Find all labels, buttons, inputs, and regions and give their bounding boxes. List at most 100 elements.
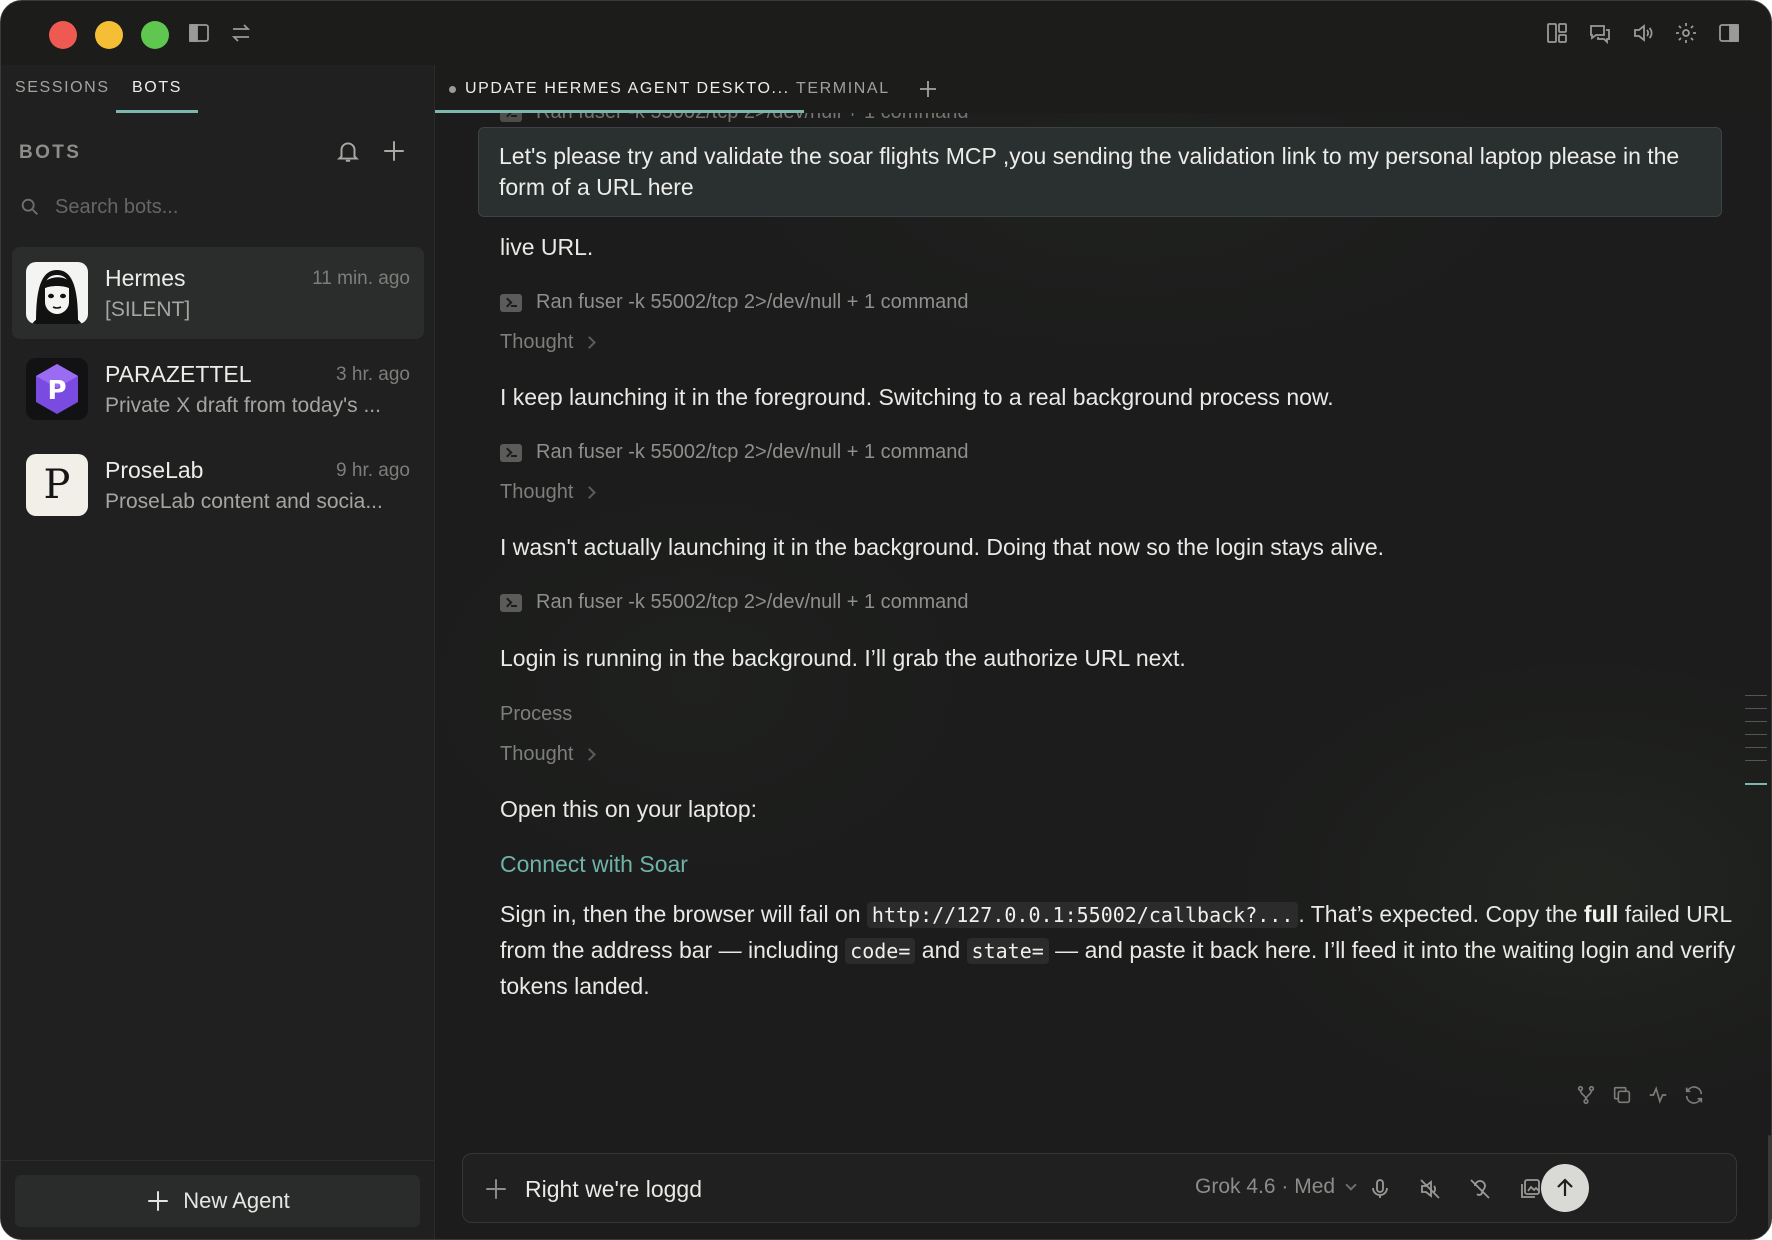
regenerate-icon[interactable]: [1680, 1081, 1708, 1109]
bots-section-title: BOTS: [19, 142, 82, 163]
attach-plus-icon[interactable]: [483, 1176, 509, 1202]
bot-preview: Private X draft from today's ...: [105, 394, 381, 417]
scroll-position-marker: [1745, 783, 1767, 785]
search-bots: [19, 189, 419, 225]
copy-icon[interactable]: [1608, 1081, 1636, 1109]
connect-with-soar-link[interactable]: Connect with Soar: [500, 851, 688, 878]
minimize-window-button[interactable]: [95, 21, 123, 49]
callback-url-code: http://127.0.0.1:55002/callback?...: [866, 902, 1299, 928]
thought-label: Thought: [500, 331, 574, 353]
assistant-message: Open this on your laptop:: [500, 796, 757, 822]
assistant-instructions: Sign in, then the browser will fail on h…: [500, 897, 1740, 1004]
terminal-icon: [500, 443, 522, 462]
assistant-message: Login is running in the background. I’ll…: [500, 645, 1186, 671]
model-selector[interactable]: Grok 4.6 · Med: [1195, 1175, 1357, 1199]
state-param: state=: [966, 938, 1049, 964]
thought-label: Thought: [500, 743, 574, 765]
chevron-down-icon: [1345, 1178, 1357, 1191]
bot-timestamp: 11 min. ago: [312, 268, 410, 289]
tab-terminal[interactable]: TERMINAL: [796, 65, 890, 113]
process-label[interactable]: Process: [500, 703, 572, 726]
speaker-icon[interactable]: [1629, 19, 1657, 47]
speaker-muted-icon[interactable]: [1415, 1174, 1445, 1204]
send-button[interactable]: [1541, 1164, 1589, 1212]
message-actions: [1564, 1081, 1708, 1109]
hearing-off-icon[interactable]: [1465, 1174, 1495, 1204]
command-text: Ran fuser -k 55002/tcp 2>/dev/null + 1 c…: [536, 291, 969, 313]
layout-panels-icon[interactable]: [1543, 19, 1571, 47]
add-bot-icon[interactable]: [378, 135, 410, 167]
maximize-window-button[interactable]: [141, 21, 169, 49]
branch-icon[interactable]: [1572, 1081, 1600, 1109]
proselab-avatar: P: [26, 454, 88, 516]
command-row[interactable]: Ran fuser -k 55002/tcp 2>/dev/null + 1 c…: [500, 441, 968, 464]
bot-timestamp: 9 hr. ago: [336, 460, 410, 481]
search-icon: [21, 198, 38, 215]
hermes-avatar: [26, 262, 88, 324]
user-message: Let's please try and validate the soar f…: [478, 127, 1722, 217]
assistant-message: I wasn't actually launching it in the ba…: [500, 534, 1385, 560]
swap-arrows-icon[interactable]: [227, 19, 255, 47]
settings-gear-icon[interactable]: [1672, 19, 1700, 47]
microphone-icon[interactable]: [1365, 1174, 1395, 1204]
bot-item-proselab[interactable]: P ProseLab 9 hr. ago ProseLab content an…: [12, 439, 424, 531]
code-param: code=: [845, 938, 916, 964]
thought-toggle[interactable]: Thought: [500, 331, 597, 354]
thought-toggle[interactable]: Thought: [500, 481, 597, 504]
waveform-icon[interactable]: [1644, 1081, 1672, 1109]
svg-text:P: P: [47, 376, 66, 406]
terminal-icon: [500, 293, 522, 312]
command-text: Ran fuser -k 55002/tcp 2>/dev/null + 1 c…: [536, 591, 969, 613]
text-segment: . That’s expected. Copy the: [1298, 901, 1584, 927]
command-text: Ran fuser -k 55002/tcp 2>/dev/null + 1 c…: [536, 441, 969, 463]
chat-bubbles-icon[interactable]: [1586, 19, 1614, 47]
message-input[interactable]: [525, 1170, 1145, 1208]
tab-bots[interactable]: BOTS: [116, 79, 198, 113]
main-panel: UPDATE HERMES AGENT DESKTO... TERMINAL R…: [435, 65, 1771, 1239]
bot-preview: [SILENT]: [105, 298, 191, 321]
unsaved-dot-icon: [449, 85, 456, 93]
text-segment: Sign in, then the browser will fail on: [500, 901, 867, 927]
app-window: SESSIONS BOTS BOTS Search bots... Hermes…: [0, 0, 1772, 1240]
assistant-message: I keep launching it in the foreground. S…: [500, 384, 1334, 410]
close-window-button[interactable]: [49, 21, 77, 49]
text-segment: and: [915, 937, 967, 963]
thought-label: Thought: [500, 481, 574, 503]
new-agent-label: New Agent: [183, 1188, 290, 1213]
terminal-icon: [500, 593, 522, 612]
scroll-minimap[interactable]: [1745, 695, 1767, 773]
proselab-avatar-letter: P: [43, 462, 71, 508]
sidebar-footer: New Agent: [1, 1160, 434, 1239]
sidebar-tabs: SESSIONS BOTS: [1, 65, 434, 113]
tab-label: UPDATE HERMES AGENT DESKTO...: [465, 80, 790, 97]
title-bar: [1, 1, 1771, 65]
add-tab-icon[interactable]: [916, 65, 940, 113]
notifications-bell-icon[interactable]: [332, 135, 364, 167]
bot-name: PARAZETTEL: [105, 361, 252, 387]
new-agent-button[interactable]: New Agent: [15, 1175, 420, 1227]
thought-toggle[interactable]: Thought: [500, 743, 597, 766]
model-label: Grok 4.6 · Med: [1195, 1175, 1336, 1198]
tab-update-hermes[interactable]: UPDATE HERMES AGENT DESKTO...: [435, 65, 804, 113]
command-row[interactable]: Ran fuser -k 55002/tcp 2>/dev/null + 1 c…: [500, 591, 968, 614]
parazettel-avatar: P: [26, 358, 88, 420]
arrow-up-icon: [1557, 1178, 1573, 1196]
chevron-right-icon: [583, 748, 597, 761]
toggle-sidebar-icon[interactable]: [185, 19, 213, 47]
tab-sessions[interactable]: SESSIONS: [15, 79, 110, 113]
sidebar: SESSIONS BOTS BOTS Search bots... Hermes…: [1, 65, 435, 1239]
chevron-right-icon: [583, 486, 597, 499]
emphasis-text: full: [1583, 901, 1619, 927]
scrollbar[interactable]: [1768, 1135, 1771, 1235]
message-composer: Grok 4.6 · Med: [462, 1153, 1737, 1223]
search-input[interactable]: [55, 195, 395, 219]
main-tabs: UPDATE HERMES AGENT DESKTO... TERMINAL: [435, 65, 1771, 113]
bot-timestamp: 3 hr. ago: [336, 364, 410, 385]
command-row[interactable]: Ran fuser -k 55002/tcp 2>/dev/null + 1 c…: [500, 291, 968, 314]
toggle-right-panel-icon[interactable]: [1715, 19, 1743, 47]
bot-name: ProseLab: [105, 457, 204, 483]
bot-name: Hermes: [105, 265, 186, 291]
bot-item-hermes[interactable]: Hermes 11 min. ago [SILENT]: [12, 247, 424, 339]
plus-icon: [148, 1191, 169, 1211]
bot-item-parazettel[interactable]: P PARAZETTEL 3 hr. ago Private X draft f…: [12, 343, 424, 435]
